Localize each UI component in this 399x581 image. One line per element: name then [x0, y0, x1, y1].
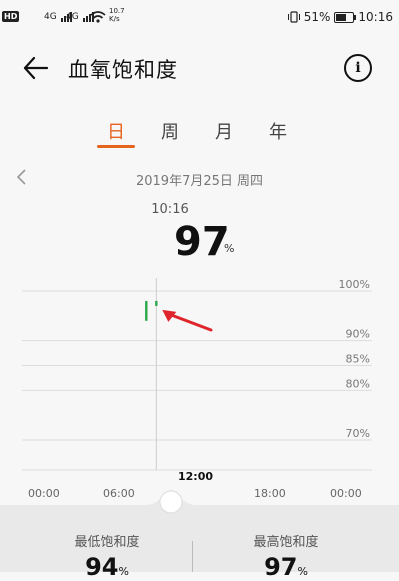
- reading-value: 97: [174, 219, 230, 265]
- x-tick-label: 18:00: [254, 487, 286, 500]
- x-tick-label: 06:00: [103, 487, 135, 500]
- x-selected-label: 12:00: [178, 470, 214, 483]
- reading-time: 10:16: [151, 202, 189, 217]
- max-value: 97: [264, 553, 298, 581]
- stats-divider: [192, 541, 193, 572]
- range-bar: [155, 300, 158, 306]
- y-tick-label: 80%: [346, 377, 370, 390]
- x-tick-label: 00:00: [28, 487, 60, 500]
- min-value: 94: [85, 553, 119, 581]
- battery-icon: [334, 11, 357, 23]
- status-right: 51% 10:16: [287, 10, 393, 24]
- reading-unit: %: [224, 242, 235, 255]
- tab-week[interactable]: 周: [150, 118, 190, 144]
- active-tab-indicator: [97, 145, 135, 148]
- sim1-label: 4G: [44, 12, 57, 22]
- range-bar: [145, 300, 148, 321]
- tab-month[interactable]: 月: [204, 118, 244, 144]
- speed-value: 10.7: [109, 7, 125, 15]
- min-saturation-label: 最低饱和度: [74, 535, 140, 550]
- page-title: 血氧饱和度: [68, 58, 178, 82]
- clock: 10:16: [358, 10, 393, 24]
- status-bar: HD 4G 4G 10.7 K/s 51% 10:16: [0, 0, 399, 36]
- arrow-left-icon[interactable]: [22, 54, 50, 82]
- max-saturation-value: 97%: [211, 553, 361, 581]
- wifi-icon: [90, 11, 106, 23]
- tab-day[interactable]: 日: [96, 118, 136, 144]
- annotation-arrow: [166, 312, 213, 332]
- y-tick-label: 90%: [346, 328, 370, 341]
- current-date: 2019年7月25日 周四: [135, 174, 264, 189]
- x-tick-label: 00:00: [330, 487, 362, 500]
- time-scrubber[interactable]: [145, 487, 197, 519]
- min-saturation-value: 94%: [32, 553, 182, 581]
- vibrate-icon: [287, 11, 300, 23]
- network-speed: 10.7 K/s: [109, 7, 125, 23]
- y-tick-label: 100%: [339, 278, 370, 291]
- tab-year[interactable]: 年: [258, 118, 298, 144]
- hd-badge: HD: [2, 11, 20, 22]
- y-tick-label: 70%: [346, 427, 370, 440]
- sim2-label: 4G: [66, 12, 79, 22]
- max-saturation-label: 最高饱和度: [253, 535, 319, 550]
- info-icon[interactable]: i: [344, 54, 372, 82]
- battery-percent: 51%: [303, 10, 331, 24]
- speed-unit: K/s: [109, 15, 120, 23]
- y-tick-label: 85%: [346, 353, 370, 366]
